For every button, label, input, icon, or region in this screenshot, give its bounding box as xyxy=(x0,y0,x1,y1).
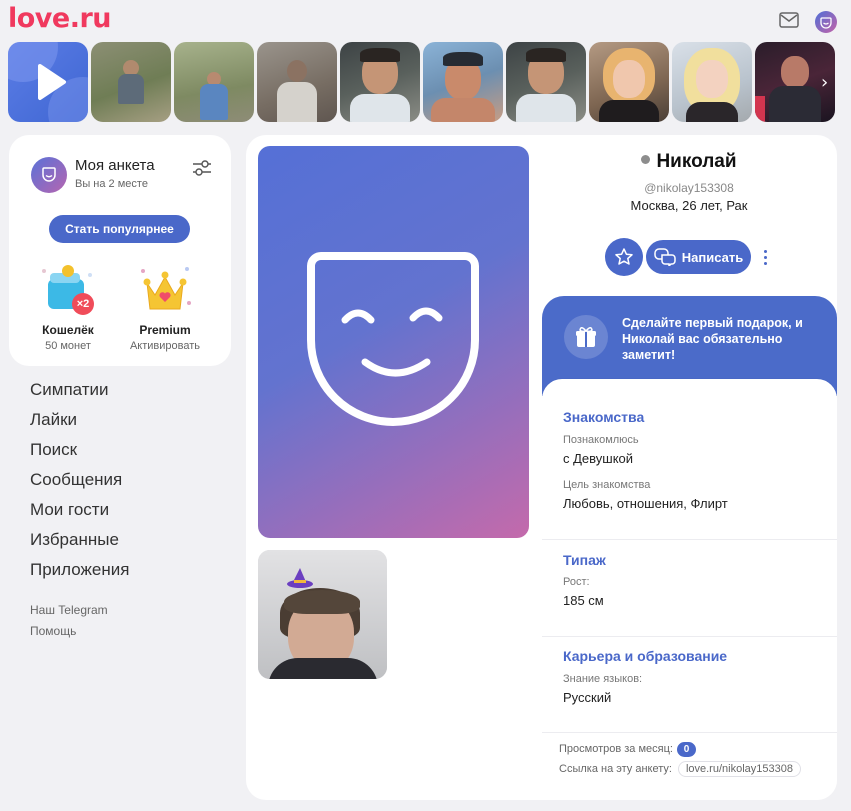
play-icon xyxy=(38,64,66,100)
my-profile-title[interactable]: Моя анкета xyxy=(75,157,155,174)
write-message-button[interactable]: Написать xyxy=(646,240,751,274)
profile-username: @nikolay153308 xyxy=(644,181,734,195)
profile-link-row: Ссылка на эту анкету: love.ru/nikolay1533… xyxy=(559,761,801,777)
gift-icon xyxy=(564,315,608,359)
user-avatar-icon[interactable] xyxy=(815,11,837,33)
views-count-badge: 0 xyxy=(676,742,696,757)
wallet-multiplier-badge: ×2 xyxy=(72,293,94,315)
appearance-section-title: Типаж xyxy=(563,552,606,568)
looking-for-value: с Девушкой xyxy=(563,451,634,466)
story-item[interactable] xyxy=(589,42,669,122)
profile-info-panel: Знакомства Познакомлюсь с Девушкой Цель … xyxy=(542,379,837,800)
dating-goal-label: Цель знакомства xyxy=(563,479,651,491)
side-menu: Симпатии Лайки Поиск Сообщения Мои гости… xyxy=(30,378,129,588)
menu-item-likes[interactable]: Лайки xyxy=(30,408,129,438)
smiling-mask-icon xyxy=(307,252,479,426)
gift-banner-text: Сделайте первый подарок, и Николай вас о… xyxy=(622,316,803,362)
footer-links: Наш Telegram Помощь xyxy=(30,603,108,645)
views-label: Просмотров за месяц: xyxy=(559,743,673,755)
career-section: Карьера и образование Знание языков: Рус… xyxy=(563,648,727,705)
section-divider xyxy=(542,732,837,733)
appearance-section: Типаж Рост: 185 см xyxy=(563,552,606,608)
top-bar: love.ru xyxy=(0,0,851,40)
story-item[interactable] xyxy=(257,42,337,122)
menu-item-guests[interactable]: Мои гости xyxy=(30,498,129,528)
envelope-icon[interactable] xyxy=(779,12,799,28)
star-icon xyxy=(615,248,633,265)
love-ru-logo[interactable]: love.ru xyxy=(8,3,112,34)
stories-carousel: › xyxy=(8,42,851,122)
my-avatar[interactable] xyxy=(31,157,67,193)
premium-item[interactable]: Premium Активировать xyxy=(120,263,210,352)
wallet-icon: ×2 xyxy=(40,263,96,319)
section-divider xyxy=(542,636,837,637)
premium-activate-link[interactable]: Активировать xyxy=(120,340,210,352)
career-section-title: Карьера и образование xyxy=(563,648,728,664)
story-item[interactable] xyxy=(340,42,420,122)
wallet-item[interactable]: ×2 Кошелёк 50 монет xyxy=(23,263,113,352)
section-divider xyxy=(542,539,837,540)
telegram-link[interactable]: Наш Telegram xyxy=(30,603,108,624)
my-profile-rank: Вы на 2 месте xyxy=(75,178,148,190)
profile-location: Москва, 26 лет, Рак xyxy=(630,198,748,213)
chat-bubbles-icon xyxy=(654,248,676,266)
wallet-label: Кошелёк xyxy=(42,323,94,337)
menu-item-search[interactable]: Поиск xyxy=(30,438,129,468)
become-popular-button[interactable]: Стать популярнее xyxy=(49,215,190,243)
witch-hat-icon xyxy=(287,568,313,588)
write-button-label: Написать xyxy=(681,249,744,265)
mask-icon xyxy=(42,167,56,182)
more-options-icon[interactable] xyxy=(758,244,772,270)
menu-item-favorites[interactable]: Избранные xyxy=(30,528,129,558)
dating-section: Знакомства Познакомлюсь с Девушкой Цель … xyxy=(563,409,728,511)
crown-icon xyxy=(137,263,193,319)
premium-label: Premium xyxy=(139,323,191,337)
menu-item-messages[interactable]: Сообщения xyxy=(30,468,129,498)
languages-value: Русский xyxy=(563,690,612,705)
story-item[interactable] xyxy=(91,42,171,122)
story-item[interactable] xyxy=(423,42,503,122)
profile-card: Николай @nikolay153308 Москва, 26 лет, Р… xyxy=(246,135,837,800)
height-value: 185 см xyxy=(563,593,604,608)
views-row: Просмотров за месяц: 0 xyxy=(559,742,801,757)
dating-goal-value: Любовь, отношения, Флирт xyxy=(563,496,728,511)
menu-item-apps[interactable]: Приложения xyxy=(30,558,129,588)
my-profile-card: Моя анкета Вы на 2 месте Стать популярне… xyxy=(9,135,231,366)
height-label: Рост: xyxy=(563,576,590,588)
profile-stats: Просмотров за месяц: 0 Ссылка на эту анке… xyxy=(559,742,801,777)
looking-for-label: Познакомлюсь xyxy=(563,434,639,446)
stories-next-arrow[interactable]: › xyxy=(821,72,828,93)
profile-photo-thumbnail[interactable] xyxy=(258,550,387,679)
story-item[interactable] xyxy=(506,42,586,122)
offline-status-dot xyxy=(641,155,651,165)
sliders-icon[interactable] xyxy=(192,159,212,177)
favorite-button[interactable] xyxy=(605,238,643,276)
profile-photo-placeholder[interactable] xyxy=(258,146,529,538)
help-link[interactable]: Помощь xyxy=(30,624,108,645)
story-item[interactable] xyxy=(174,42,254,122)
story-item[interactable] xyxy=(672,42,752,122)
languages-label: Знание языков: xyxy=(563,673,643,685)
menu-item-sympathies[interactable]: Симпатии xyxy=(30,378,129,408)
wallet-balance: 50 монет xyxy=(45,340,91,352)
profile-link-chip[interactable]: love.ru/nikolay153308 xyxy=(677,761,801,777)
profile-link-label: Ссылка на эту анкету: xyxy=(559,763,672,775)
profile-name: Николай xyxy=(536,151,842,173)
add-story-button[interactable] xyxy=(8,42,88,122)
dating-section-title: Знакомства xyxy=(563,409,645,425)
